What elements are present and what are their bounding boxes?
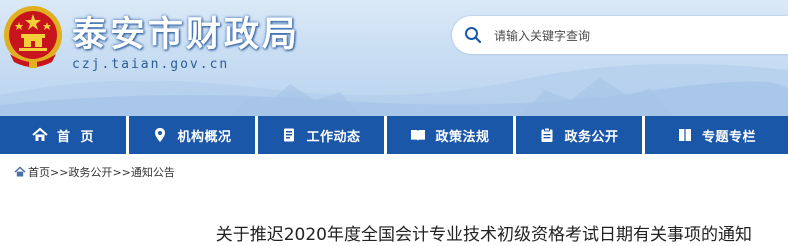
clipboard-icon [541,127,553,142]
main-nav: 首 页 机构概况 工作动态 政策法规 政务公开 专题专栏 [0,116,788,154]
nav-item-policies[interactable]: 政策法规 [387,116,513,154]
breadcrumb-separator: >> [112,165,131,179]
site-domain: czj.taian.gov.cn [72,57,230,72]
nav-item-home[interactable]: 首 页 [0,116,126,154]
breadcrumb-government-affairs[interactable]: 政务公开 [68,164,112,180]
nav-item-label: 工作动态 [306,129,361,145]
nav-item-work-news[interactable]: 工作动态 [258,116,384,154]
nav-item-government-affairs[interactable]: 政务公开 [516,116,642,154]
nav-item-organization[interactable]: 机构概况 [129,116,255,154]
article-title: 关于推迟2020年度全国会计专业技术初级资格考试日期有关事项的通知 [215,225,752,245]
nav-item-label: 专题专栏 [701,129,756,145]
nav-item-label: 首 页 [56,129,95,145]
search-box [452,16,788,54]
nav-item-special-topics[interactable]: 专题专栏 [645,116,788,154]
breadcrumb-separator: >> [50,165,69,179]
home-icon [32,127,48,141]
nav-item-label: 政策法规 [435,129,490,145]
home-icon [14,166,26,177]
search-icon[interactable] [464,26,482,44]
breadcrumb: 首页 >> 政务公开 >> 通知公告 [14,164,175,180]
breadcrumb-home[interactable]: 首页 [28,164,50,180]
site-header: 泰安市财政局 czj.taian.gov.cn [0,0,788,116]
location-pin-icon [155,128,166,142]
site-title[interactable]: 泰安市财政局 [72,6,300,57]
national-emblem-icon [4,6,62,68]
nav-item-label: 机构概况 [177,129,232,145]
book-icon [411,130,426,141]
open-book-icon [678,129,691,141]
nav-item-label: 政务公开 [564,129,619,145]
document-icon [284,128,295,142]
breadcrumb-notices[interactable]: 通知公告 [131,164,175,180]
search-input[interactable] [492,25,776,47]
